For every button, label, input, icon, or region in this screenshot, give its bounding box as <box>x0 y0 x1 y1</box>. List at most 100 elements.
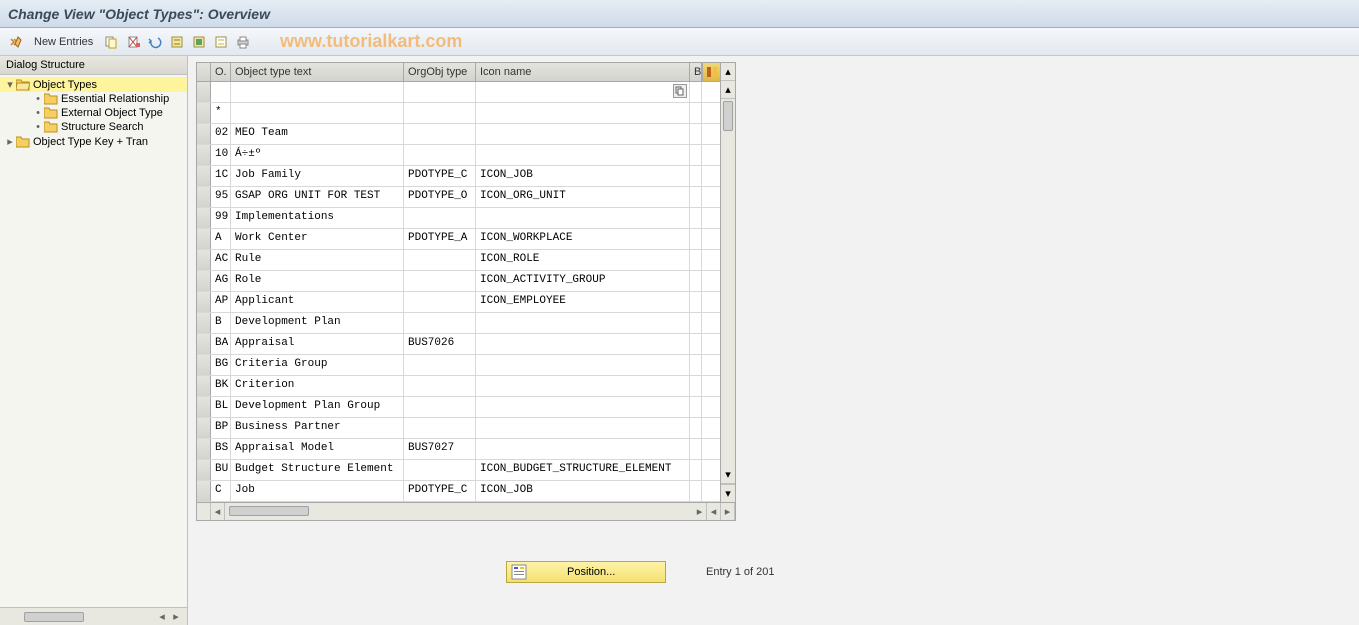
cell-o[interactable]: 1C <box>211 166 231 186</box>
grid-header-org[interactable]: OrgObj type <box>404 63 476 81</box>
tree-expand-icon[interactable]: ▸ <box>4 135 16 148</box>
scroll-left-icon[interactable]: ◂ <box>155 610 169 623</box>
row-selector[interactable] <box>197 376 211 396</box>
scrollbar-thumb[interactable] <box>723 101 733 131</box>
cell-org[interactable]: PDOTYPE_C <box>404 481 476 501</box>
scrollbar-track[interactable] <box>225 503 693 520</box>
cell-text[interactable]: Applicant <box>231 292 404 312</box>
cell-b[interactable] <box>690 376 702 396</box>
cell-text[interactable]: Implementations <box>231 208 404 228</box>
cell-org[interactable]: PDOTYPE_A <box>404 229 476 249</box>
cell-text[interactable]: Budget Structure Element <box>231 460 404 480</box>
select-all-icon[interactable] <box>169 34 185 50</box>
cell-org[interactable] <box>404 208 476 228</box>
cell-b[interactable] <box>690 250 702 270</box>
grid-header-selector[interactable] <box>197 63 211 81</box>
row-selector[interactable] <box>197 334 211 354</box>
cell-text[interactable]: GSAP ORG UNIT FOR TEST <box>231 187 404 207</box>
row-selector[interactable] <box>197 355 211 375</box>
grid-header-icon[interactable]: Icon name <box>476 63 690 81</box>
cell-org[interactable] <box>404 418 476 438</box>
row-selector[interactable] <box>197 271 211 291</box>
cell-org[interactable]: PDOTYPE_C <box>404 166 476 186</box>
cell-org[interactable] <box>404 271 476 291</box>
scroll-right-icon[interactable]: ▸ <box>169 610 183 623</box>
row-selector[interactable] <box>197 418 211 438</box>
cell-text[interactable] <box>231 103 404 123</box>
configure-columns-icon[interactable] <box>702 63 720 81</box>
cell-text[interactable]: Business Partner <box>231 418 404 438</box>
cell-o[interactable]: BS <box>211 439 231 459</box>
cell-o[interactable]: C <box>211 481 231 501</box>
cell-o[interactable]: AG <box>211 271 231 291</box>
cell-org[interactable] <box>404 397 476 417</box>
tree-node-external-object-type[interactable]: • External Object Type <box>0 106 187 120</box>
position-button[interactable]: Position... <box>506 561 666 583</box>
row-selector[interactable] <box>197 250 211 270</box>
scrollbar-track[interactable] <box>721 99 735 466</box>
cell-o[interactable] <box>211 82 231 102</box>
toggle-display-icon[interactable] <box>8 34 24 50</box>
cell-text[interactable]: Criterion <box>231 376 404 396</box>
cell-org[interactable] <box>404 145 476 165</box>
row-selector[interactable] <box>197 166 211 186</box>
grid-header-text[interactable]: Object type text <box>231 63 404 81</box>
scroll-right-icon[interactable]: ▸ <box>721 503 735 520</box>
row-selector[interactable] <box>197 397 211 417</box>
row-selector[interactable] <box>197 313 211 333</box>
undo-icon[interactable] <box>147 34 163 50</box>
cell-o[interactable]: B <box>211 313 231 333</box>
cell-text[interactable]: MEO Team <box>231 124 404 144</box>
cell-b[interactable] <box>690 82 702 102</box>
tree-node-object-type-key[interactable]: ▸ Object Type Key + Tran <box>0 134 187 149</box>
cell-o[interactable]: 10 <box>211 145 231 165</box>
cell-o[interactable]: BA <box>211 334 231 354</box>
cell-icon[interactable] <box>476 397 690 417</box>
cell-text[interactable]: Job <box>231 481 404 501</box>
cell-b[interactable] <box>690 313 702 333</box>
cell-o[interactable]: BG <box>211 355 231 375</box>
cell-org[interactable]: PDOTYPE_O <box>404 187 476 207</box>
cell-b[interactable] <box>690 439 702 459</box>
row-selector[interactable] <box>197 481 211 501</box>
cell-b[interactable] <box>690 103 702 123</box>
scroll-down-icon[interactable]: ▾ <box>721 466 735 484</box>
cell-icon[interactable] <box>476 82 690 102</box>
cell-org[interactable] <box>404 82 476 102</box>
cell-b[interactable] <box>690 145 702 165</box>
row-selector[interactable] <box>197 208 211 228</box>
tree-node-essential-relationship[interactable]: • Essential Relationship <box>0 92 187 106</box>
cell-org[interactable] <box>404 292 476 312</box>
scroll-left-icon[interactable]: ◂ <box>707 503 721 520</box>
row-selector[interactable] <box>197 103 211 123</box>
cell-o[interactable]: 99 <box>211 208 231 228</box>
row-selector[interactable] <box>197 187 211 207</box>
row-selector[interactable] <box>197 460 211 480</box>
cell-o[interactable]: BP <box>211 418 231 438</box>
cell-b[interactable] <box>690 397 702 417</box>
cell-icon[interactable] <box>476 439 690 459</box>
cell-text[interactable]: Appraisal <box>231 334 404 354</box>
cell-text[interactable]: Rule <box>231 250 404 270</box>
cell-o[interactable]: BK <box>211 376 231 396</box>
cell-org[interactable] <box>404 103 476 123</box>
cell-o[interactable]: BL <box>211 397 231 417</box>
cell-b[interactable] <box>690 271 702 291</box>
cell-icon[interactable] <box>476 376 690 396</box>
scroll-up-icon[interactable]: ▴ <box>721 81 735 99</box>
cell-icon[interactable]: ICON_WORKPLACE <box>476 229 690 249</box>
scroll-down-icon[interactable]: ▾ <box>721 484 735 502</box>
cell-org[interactable] <box>404 250 476 270</box>
cell-org[interactable]: BUS7026 <box>404 334 476 354</box>
cell-text[interactable]: Development Plan Group <box>231 397 404 417</box>
cell-o[interactable]: * <box>211 103 231 123</box>
cell-icon[interactable] <box>476 124 690 144</box>
cell-text[interactable]: Work Center <box>231 229 404 249</box>
deselect-all-icon[interactable] <box>213 34 229 50</box>
delete-icon[interactable] <box>125 34 141 50</box>
sidebar-h-scrollbar[interactable]: ◂ ▸ <box>0 607 187 625</box>
cell-icon[interactable]: ICON_ACTIVITY_GROUP <box>476 271 690 291</box>
cell-b[interactable] <box>690 124 702 144</box>
cell-org[interactable] <box>404 313 476 333</box>
cell-icon[interactable]: ICON_JOB <box>476 481 690 501</box>
